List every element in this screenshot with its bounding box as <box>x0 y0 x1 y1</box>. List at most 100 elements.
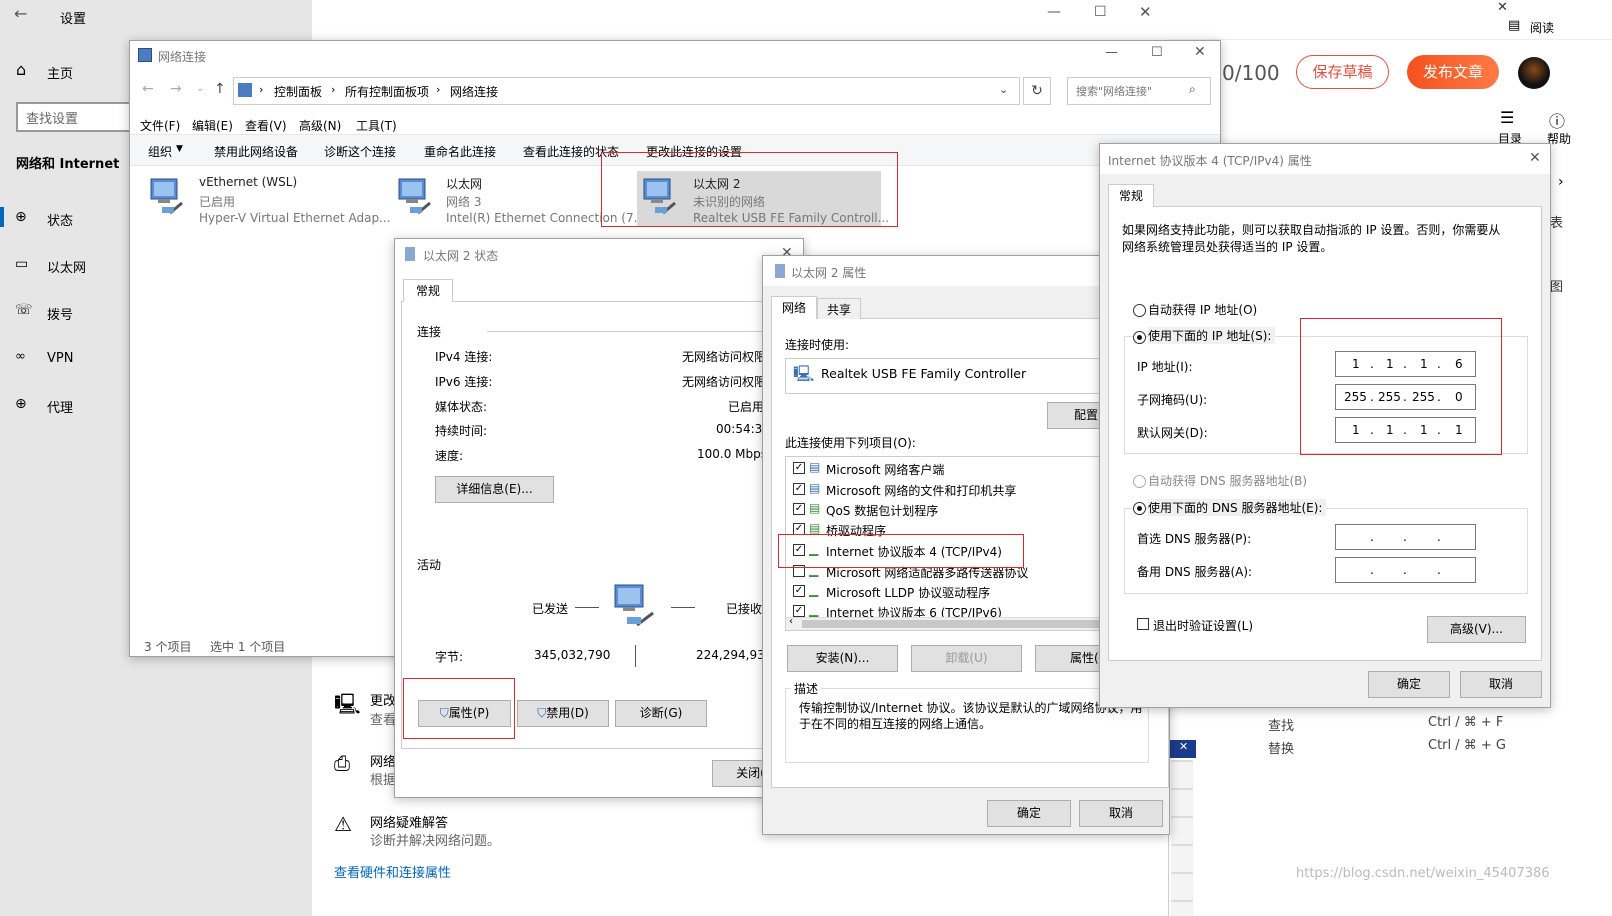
details-button[interactable]: 详细信息(E)... <box>435 476 554 503</box>
menu-tools[interactable]: 工具(T) <box>356 117 397 134</box>
troubleshoot-title[interactable]: 网络疑难解答 <box>370 812 448 831</box>
tab-general[interactable]: 常规 <box>403 279 453 302</box>
side-char-2: 图 <box>1550 280 1564 295</box>
change-adapter-title[interactable]: 更改 <box>370 690 396 709</box>
forward-icon[interactable]: → <box>170 81 182 97</box>
background-dialog-close-icon[interactable]: ✕ <box>1179 740 1188 753</box>
background-dialog-scrollbar <box>1171 760 1193 916</box>
adapter-item[interactable]: vEthernet (WSL) 已启用 Hyper-V Virtual Ethe… <box>144 171 391 227</box>
tab-general[interactable]: 常规 <box>1108 184 1154 207</box>
menu-advanced[interactable]: 高级(N) <box>299 117 341 134</box>
menu-view[interactable]: 查看(V) <box>245 117 287 134</box>
settings-section-title: 网络和 Internet <box>16 157 120 172</box>
close-icon[interactable]: ✕ <box>1194 44 1206 60</box>
cmd-rename[interactable]: 重命名此连接 <box>424 143 496 160</box>
adapter-item[interactable]: 以太网 网络 3 Intel(R) Ethernet Connection (7… <box>392 171 645 227</box>
nav-status[interactable]: 状态 <box>47 210 73 229</box>
auto-ip-label[interactable]: 自动获得 IP 地址(O) <box>1148 301 1257 318</box>
refresh-button[interactable]: ↻ <box>1023 77 1051 105</box>
item-checkbox[interactable]: ✓ <box>793 483 805 495</box>
cmd-organize[interactable]: 组织 <box>148 143 172 160</box>
manual-dns-label[interactable]: 使用下面的 DNS 服务器地址(E): <box>1148 499 1327 516</box>
item-label[interactable]: Microsoft 网络客户端 <box>826 461 944 478</box>
component-icon: ▤ <box>809 521 821 535</box>
shortcut-replace-name: 替换 <box>1268 742 1295 757</box>
up-icon[interactable]: ↑ <box>214 81 226 97</box>
item-label[interactable]: Microsoft 网络的文件和打印机共享 <box>826 482 1016 499</box>
nav-home[interactable]: 主页 <box>47 63 73 82</box>
address-dropdown-icon[interactable]: ⌄ <box>999 83 1008 96</box>
settings-close-icon[interactable]: ✕ <box>1139 3 1152 21</box>
crumb-sep-icon: › <box>331 83 336 96</box>
tab-networking[interactable]: 网络 <box>771 296 817 319</box>
user-avatar[interactable] <box>1518 57 1550 89</box>
auto-dns-radio[interactable] <box>1133 475 1146 488</box>
back-arrow-icon[interactable]: ← <box>14 4 27 23</box>
status-selected: 选中 1 个项目 <box>210 640 286 654</box>
auto-ip-radio[interactable] <box>1133 304 1146 317</box>
diagnose-button[interactable]: 诊断(G) <box>615 700 707 727</box>
advanced-button[interactable]: 高级(V)... <box>1427 616 1526 643</box>
menu-edit[interactable]: 编辑(E) <box>192 117 233 134</box>
manual-ip-label[interactable]: 使用下面的 IP 地址(S): <box>1148 327 1276 344</box>
cmd-diagnose[interactable]: 诊断这个连接 <box>324 143 396 160</box>
maximize-icon[interactable]: ☐ <box>1151 45 1163 60</box>
help-icon: ⓘ <box>1549 112 1566 131</box>
collapse-chevron-icon[interactable]: › <box>1558 174 1564 190</box>
cmd-disable[interactable]: 禁用此网络设备 <box>214 143 298 160</box>
breadcrumb-2[interactable]: 所有控制面板项 <box>345 83 429 100</box>
cancel-button[interactable]: 取消 <box>1079 800 1163 827</box>
nav-ethernet[interactable]: 以太网 <box>47 257 86 276</box>
sharing-title[interactable]: 网络 <box>370 751 396 770</box>
manual-dns-radio[interactable] <box>1133 502 1146 515</box>
alternate-dns-field[interactable]: ... <box>1335 557 1476 583</box>
breadcrumb-1[interactable]: 控制面板 <box>274 83 322 100</box>
component-icon: ▤ <box>809 481 821 495</box>
item-label[interactable]: Microsoft LLDP 协议驱动程序 <box>826 584 990 601</box>
install-button[interactable]: 安装(N)... <box>787 645 898 672</box>
hardware-properties-link[interactable]: 查看硬件和连接属性 <box>334 862 451 881</box>
nav-vpn[interactable]: VPN <box>47 351 73 366</box>
ok-button[interactable]: 确定 <box>987 800 1071 827</box>
tab-sharing[interactable]: 共享 <box>817 298 861 319</box>
auto-dns-label[interactable]: 自动获得 DNS 服务器地址(B) <box>1148 472 1307 489</box>
item-checkbox[interactable]: ✓ <box>793 605 805 617</box>
cancel-label: 取消 <box>1488 677 1513 691</box>
dialog-icon <box>405 247 415 261</box>
publish-button[interactable]: 发布文章 <box>1407 55 1499 89</box>
organize-chevron-icon: ▼ <box>176 144 183 154</box>
adapter-name: 以太网 <box>446 177 483 191</box>
menu-file[interactable]: 文件(F) <box>140 117 180 134</box>
close-icon[interactable]: ✕ <box>1529 150 1541 166</box>
ok-button[interactable]: 确定 <box>1368 671 1450 698</box>
minimize-icon[interactable]: — <box>1105 45 1118 60</box>
validate-label[interactable]: 退出时验证设置(L) <box>1153 617 1253 634</box>
manual-ip-radio[interactable] <box>1133 331 1146 344</box>
highlight-box <box>403 678 515 739</box>
editor-close-icon[interactable]: ✕ <box>1497 0 1508 15</box>
cancel-button[interactable]: 取消 <box>1460 671 1542 698</box>
ethernet-nav-icon: ▭ <box>15 256 29 272</box>
scrollbar-thumb[interactable] <box>802 620 1108 628</box>
ip-dot: . <box>1403 563 1407 577</box>
preferred-dns-field[interactable]: ... <box>1335 524 1476 550</box>
nav-dialup[interactable]: 拨号 <box>47 304 73 323</box>
save-draft-button[interactable]: 保存草稿 <box>1296 55 1389 89</box>
breadcrumb-3[interactable]: 网络连接 <box>450 83 498 100</box>
nav-proxy[interactable]: 代理 <box>47 397 73 416</box>
back-icon[interactable]: ← <box>142 81 154 97</box>
item-label[interactable]: QoS 数据包计划程序 <box>826 502 938 519</box>
item-checkbox[interactable]: ✓ <box>793 503 805 515</box>
item-checkbox[interactable]: ✓ <box>793 462 805 474</box>
disable-button[interactable]: ⛉禁用(D) <box>517 700 609 727</box>
scroll-left-icon[interactable]: ‹ <box>789 616 793 627</box>
highlight-box <box>778 534 1024 568</box>
settings-minimize-icon[interactable]: — <box>1047 4 1061 20</box>
read-label[interactable]: 阅读 <box>1530 19 1554 36</box>
validate-checkbox[interactable] <box>1137 618 1149 630</box>
item-checkbox[interactable]: ✓ <box>793 585 805 597</box>
history-chevron-icon[interactable]: ⌄ <box>196 83 204 94</box>
uninstall-button[interactable]: 卸载(U) <box>911 645 1022 672</box>
settings-maximize-icon[interactable]: ☐ <box>1094 4 1107 20</box>
ok-label: 确定 <box>1016 806 1041 820</box>
